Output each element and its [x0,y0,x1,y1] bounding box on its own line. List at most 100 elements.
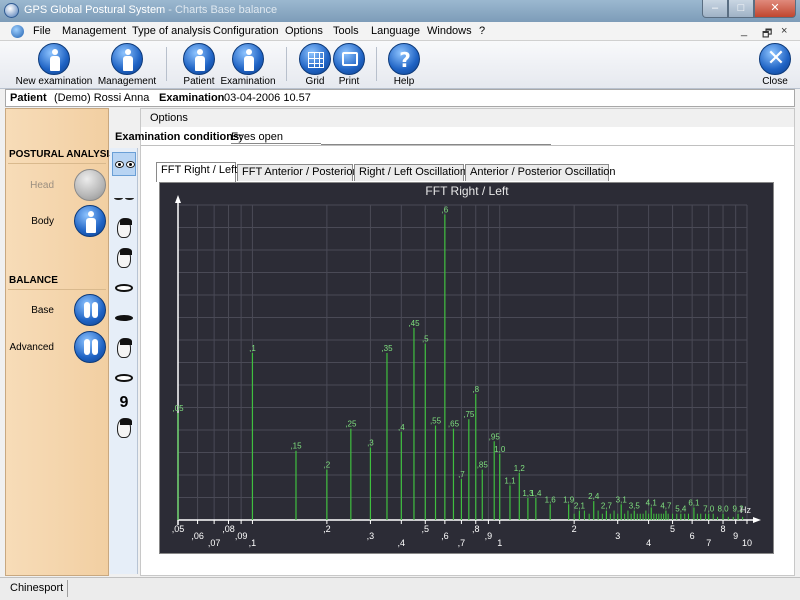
examination-button[interactable]: Examination [220,43,276,87]
x-tick-label: ,05 [172,524,185,534]
title-bar[interactable]: GPS Global Postural System - Charts Base… [0,0,800,22]
menu-file[interactable]: File [33,25,51,37]
sidebar-item-base-label: Base [31,305,54,316]
options-row: Options [141,109,794,127]
x-tick-label: 5 [670,524,675,534]
new-examination-label: New examination [15,76,93,87]
tab-fft-anterior-posterior[interactable]: FFT Anterior / Posterior [237,164,356,181]
x-tick-label: 10 [742,538,752,548]
minimize-button[interactable]: – [702,0,728,18]
window-subtitle: - Charts Base balance [165,4,278,16]
menu-management[interactable]: Management [62,25,126,37]
analysis-sidebar: POSTURAL ANALYSIS Head Body BALANCE Base… [5,108,116,576]
conditions-underline [321,144,551,145]
x-tick-label: ,8 [472,524,480,534]
menu-language[interactable]: Language [371,25,420,37]
examination-label: Examination [220,76,276,87]
x-tick-label: ,5 [422,524,430,534]
toolbar: New examination Management Patient Exami… [0,41,800,89]
new-examination-button[interactable]: New examination [14,43,94,87]
patient-button[interactable]: Patient [178,43,220,87]
options-menu[interactable]: Options [150,112,188,124]
number-nine-text: 9 [119,394,129,411]
head-profile-icon[interactable] [112,336,136,360]
examination-date-label: Examination [159,92,225,104]
toolbar-separator [376,47,377,81]
chart-bar-label: 5,4 [675,505,687,514]
help-label: Help [393,76,415,87]
menu-options[interactable]: Options [285,25,323,37]
sidebar-item-advanced[interactable]: Advanced [6,331,110,365]
help-button[interactable]: ? Help [386,43,422,87]
print-button[interactable]: Print [331,43,367,87]
head-analysis-icon [74,169,106,201]
examination-date: 03-04-2006 10.57 [224,92,311,104]
management-label: Management [97,76,157,87]
head-turned-icon[interactable] [112,216,136,240]
eyes-closed-icon[interactable] [112,186,136,210]
sidebar-item-body-label: Body [31,216,54,227]
sidebar-item-head[interactable]: Head [6,169,110,203]
menu-bar: File Management Type of analysis Configu… [0,22,800,41]
x-tick-label: ,7 [458,538,466,548]
menu-tools[interactable]: Tools [333,25,359,37]
menu-windows[interactable]: Windows [427,25,472,37]
chart-bar-label: ,1 [249,344,256,353]
body-analysis-icon [74,205,106,237]
teeth-clenched-icon[interactable] [112,306,136,330]
chart-bar-label: ,15 [290,442,302,451]
x-tick-label: ,6 [441,531,449,541]
sidebar-item-body[interactable]: Body [6,205,110,239]
x-tick-label: ,1 [249,538,257,548]
eyes-open-icon[interactable] [112,152,136,176]
tab-anterior-posterior-oscillation[interactable]: Anterior / Posterior Oscillation [465,164,616,181]
number-nine-icon[interactable]: 9 [112,392,136,416]
menu-configuration[interactable]: Configuration [213,25,278,37]
chart-bar-label: ,6 [442,205,449,214]
management-button[interactable]: Management [96,43,158,87]
feet-advanced-icon [74,331,106,363]
chart-bar-label: 1,0 [494,445,506,454]
x-tick-label: 4 [646,538,651,548]
menu-help[interactable]: ? [479,25,485,37]
sidebar-item-base[interactable]: Base [6,294,110,328]
mdi-close-button[interactable]: × [781,25,787,37]
app-logo-icon [4,3,19,18]
x-axis-unit: Hz [740,505,751,515]
foam-pad-icon[interactable] [112,416,136,440]
grid-button[interactable]: Grid [297,43,333,87]
chart-bar-label: ,5 [422,335,429,344]
mdi-minimize-button[interactable]: _ [741,25,747,37]
x-tick-label: 2 [572,524,577,534]
chart-bar-label: ,85 [477,461,489,470]
chart-bar-label: ,35 [381,344,393,353]
print-label: Print [338,76,360,87]
toolbar-separator [286,47,287,81]
toolbar-separator [166,47,167,81]
close-button[interactable]: ✕ Close [757,43,793,87]
mouth-wide-icon[interactable] [112,366,136,390]
chart-bar-label: 4,1 [646,498,658,507]
x-tick-label: 6 [690,531,695,541]
close-window-button[interactable]: ✕ [754,0,796,18]
y-axis-arrow [175,195,181,203]
maximize-button[interactable]: □ [728,0,754,18]
chart-bar-label: 3,1 [616,495,628,504]
patient-label: Patient [183,76,215,87]
tab-right-left-oscillation[interactable]: Right / Left Oscillation [354,164,466,181]
tab-fft-right-left[interactable]: FFT Right / Left [156,162,237,182]
menu-type-of-analysis[interactable]: Type of analysis [132,25,211,37]
patient-name: (Demo) Rossi Anna [54,92,150,104]
app-menu-icon[interactable] [11,25,24,38]
chart-bar-label: 2,7 [601,502,613,511]
x-tick-label: ,4 [398,538,406,548]
chart-bar-label: ,25 [345,420,357,429]
chart-bar-label: ,2 [324,461,331,470]
conditions-label: Examination conditions: [115,131,243,143]
head-front-icon[interactable] [112,246,136,270]
chart-bar-label: ,95 [489,432,501,441]
chart-data-labels: ,05 ,1 ,15 ,2 ,25 ,3 ,35 ,4 ,45,5 ,55 ,6 ,65 ,7 ,75 ,8… [172,205,744,513]
grid-icon [299,43,331,75]
mouth-open-icon[interactable] [112,276,136,300]
x-tick-label: ,07 [208,538,221,548]
